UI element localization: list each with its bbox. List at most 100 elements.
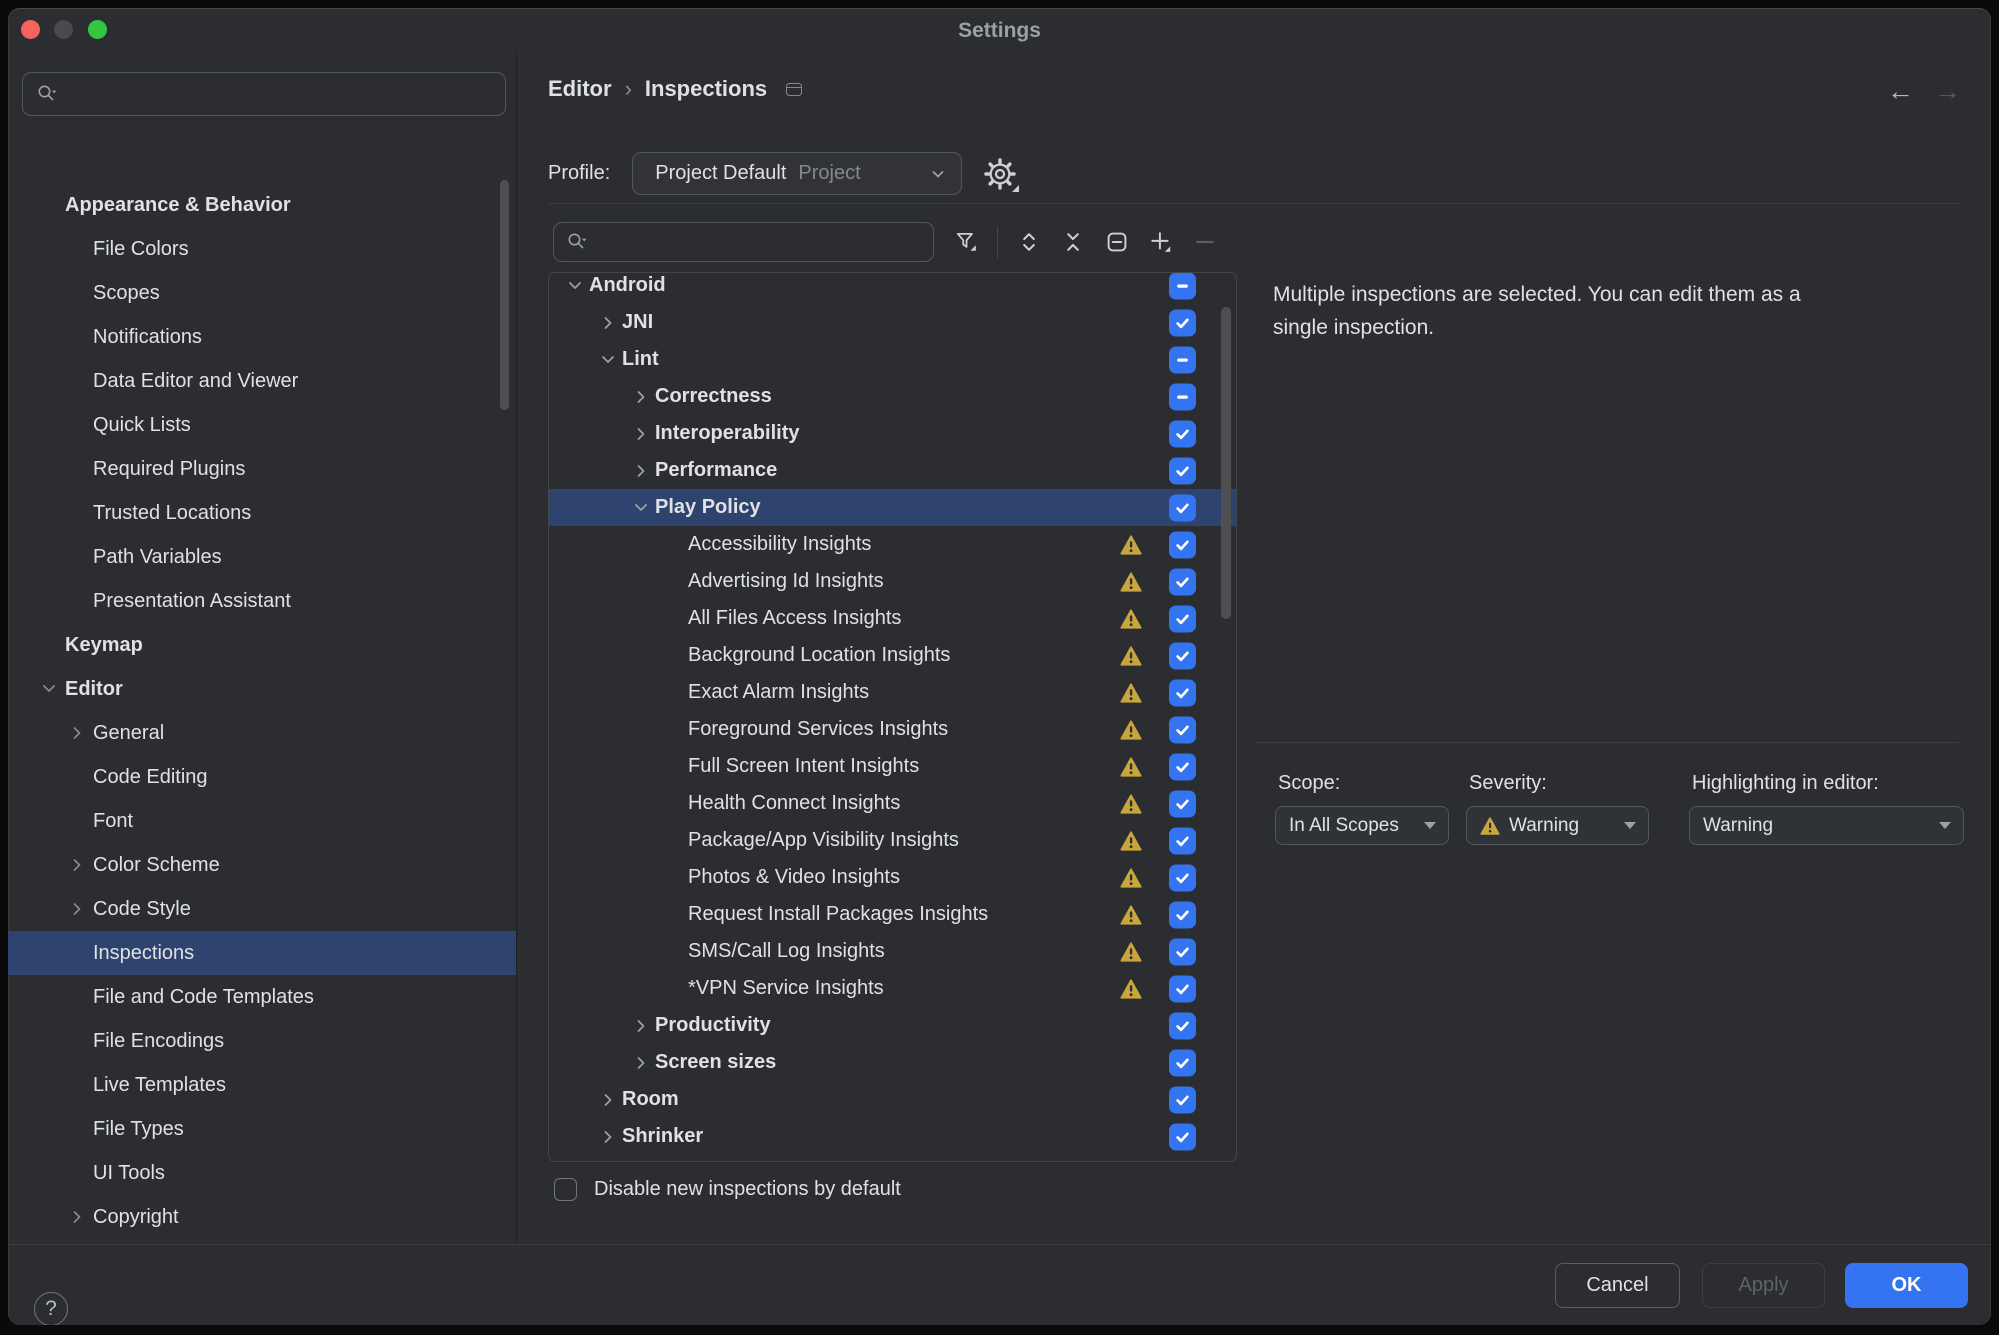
back-arrow-button[interactable]: ← bbox=[1887, 76, 1914, 107]
tree-row--vpn-service-insights[interactable]: *VPN Service Insights bbox=[549, 970, 1236, 1007]
chevron-right-icon[interactable] bbox=[61, 723, 93, 743]
checkbox-checked[interactable] bbox=[1169, 568, 1196, 595]
checkbox-checked[interactable] bbox=[1169, 642, 1196, 669]
chevron-right-icon[interactable] bbox=[61, 1207, 93, 1227]
collapse-all-icon[interactable] bbox=[1060, 229, 1086, 255]
scope-select[interactable]: In All Scopes bbox=[1275, 806, 1449, 845]
chevron-right-icon[interactable] bbox=[627, 1016, 655, 1036]
add-icon[interactable] bbox=[1148, 229, 1174, 255]
tree-row-request-install-packages-insights[interactable]: Request Install Packages Insights bbox=[549, 896, 1236, 933]
sidebar-item-notifications[interactable]: Notifications bbox=[8, 315, 516, 359]
disable-new-inspections-checkbox[interactable] bbox=[554, 1178, 577, 1201]
chevron-right-icon[interactable] bbox=[594, 1090, 622, 1110]
checkbox-checked[interactable] bbox=[1169, 1049, 1196, 1076]
sidebar-item-file-encodings[interactable]: File Encodings bbox=[8, 1019, 516, 1063]
checkbox-checked[interactable] bbox=[1169, 309, 1196, 336]
tree-row-room[interactable]: Room bbox=[549, 1081, 1236, 1118]
tree-row-lint[interactable]: Lint bbox=[549, 341, 1236, 378]
filter-icon[interactable] bbox=[953, 229, 979, 255]
chevron-right-icon[interactable] bbox=[594, 1127, 622, 1147]
checkbox-indeterminate[interactable] bbox=[1169, 383, 1196, 410]
checkbox-checked[interactable] bbox=[1169, 864, 1196, 891]
checkbox-checked[interactable] bbox=[1169, 679, 1196, 706]
sidebar-item-trusted-locations[interactable]: Trusted Locations bbox=[8, 491, 516, 535]
sidebar-item-required-plugins[interactable]: Required Plugins bbox=[8, 447, 516, 491]
tree-row-interoperability[interactable]: Interoperability bbox=[549, 415, 1236, 452]
sidebar-item-data-editor-and-viewer[interactable]: Data Editor and Viewer bbox=[8, 359, 516, 403]
sidebar-item-keymap[interactable]: Keymap bbox=[8, 623, 516, 667]
chevron-down-icon[interactable] bbox=[627, 498, 655, 518]
tree-row-all-files-access-insights[interactable]: All Files Access Insights bbox=[549, 600, 1236, 637]
ok-button[interactable]: OK bbox=[1845, 1263, 1968, 1308]
tree-row-accessibility-insights[interactable]: Accessibility Insights bbox=[549, 526, 1236, 563]
tree-scrollbar[interactable] bbox=[1221, 307, 1231, 619]
chevron-down-icon[interactable] bbox=[561, 276, 589, 296]
chevron-right-icon[interactable] bbox=[61, 855, 93, 875]
chevron-right-icon[interactable] bbox=[627, 424, 655, 444]
tree-row-android[interactable]: Android bbox=[549, 272, 1236, 304]
checkbox-checked[interactable] bbox=[1169, 1012, 1196, 1039]
sidebar-item-appearance-behavior[interactable]: Appearance & Behavior bbox=[8, 183, 516, 227]
tree-row-correctness[interactable]: Correctness bbox=[549, 378, 1236, 415]
highlighting-select[interactable]: Warning bbox=[1689, 806, 1964, 845]
tree-row-screen-sizes[interactable]: Screen sizes bbox=[549, 1044, 1236, 1081]
sidebar-item-code-style[interactable]: Code Style bbox=[8, 887, 516, 931]
tree-row-performance[interactable]: Performance bbox=[549, 452, 1236, 489]
sidebar-item-presentation-assistant[interactable]: Presentation Assistant bbox=[8, 579, 516, 623]
tree-row-jni[interactable]: JNI bbox=[549, 304, 1236, 341]
sidebar-item-copyright[interactable]: Copyright bbox=[8, 1195, 516, 1239]
checkbox-checked[interactable] bbox=[1169, 827, 1196, 854]
sidebar-item-ui-tools[interactable]: UI Tools bbox=[8, 1151, 516, 1195]
tree-row-shrinker[interactable]: Shrinker bbox=[549, 1118, 1236, 1155]
checkbox-checked[interactable] bbox=[1169, 975, 1196, 1002]
tree-row-photos-video-insights[interactable]: Photos & Video Insights bbox=[549, 859, 1236, 896]
tree-row-background-location-insights[interactable]: Background Location Insights bbox=[549, 637, 1236, 674]
checkbox-checked[interactable] bbox=[1169, 494, 1196, 521]
help-button[interactable]: ? bbox=[34, 1292, 68, 1325]
sidebar-item-scopes[interactable]: Scopes bbox=[8, 271, 516, 315]
sidebar-item-file-colors[interactable]: File Colors bbox=[8, 227, 516, 271]
tree-row-productivity[interactable]: Productivity bbox=[549, 1007, 1236, 1044]
checkbox-checked[interactable] bbox=[1169, 531, 1196, 558]
chevron-right-icon[interactable] bbox=[627, 387, 655, 407]
sidebar-scrollbar[interactable] bbox=[500, 180, 509, 410]
tree-row-exact-alarm-insights[interactable]: Exact Alarm Insights bbox=[549, 674, 1236, 711]
checkbox-checked[interactable] bbox=[1169, 901, 1196, 928]
chevron-down-icon[interactable] bbox=[594, 350, 622, 370]
tree-row-health-connect-insights[interactable]: Health Connect Insights bbox=[549, 785, 1236, 822]
sidebar-item-path-variables[interactable]: Path Variables bbox=[8, 535, 516, 579]
sidebar-item-editor[interactable]: Editor bbox=[8, 667, 516, 711]
profile-select[interactable]: Project Default Project bbox=[632, 152, 962, 195]
checkbox-checked[interactable] bbox=[1169, 1123, 1196, 1150]
checkbox-checked[interactable] bbox=[1169, 790, 1196, 817]
sidebar-item-inspections[interactable]: Inspections bbox=[8, 931, 516, 975]
inspections-filter-input[interactable] bbox=[553, 222, 934, 262]
sidebar-item-code-editing[interactable]: Code Editing bbox=[8, 755, 516, 799]
tree-row-sms-call-log-insights[interactable]: SMS/Call Log Insights bbox=[549, 933, 1236, 970]
checkbox-checked[interactable] bbox=[1169, 753, 1196, 780]
checkbox-checked[interactable] bbox=[1169, 420, 1196, 447]
checkbox-indeterminate[interactable] bbox=[1169, 346, 1196, 373]
checkbox-checked[interactable] bbox=[1169, 605, 1196, 632]
chevron-right-icon[interactable] bbox=[627, 1053, 655, 1073]
sidebar-item-color-scheme[interactable]: Color Scheme bbox=[8, 843, 516, 887]
sidebar-item-live-templates[interactable]: Live Templates bbox=[8, 1063, 516, 1107]
tree-row-foreground-services-insights[interactable]: Foreground Services Insights bbox=[549, 711, 1236, 748]
sidebar-item-general[interactable]: General bbox=[8, 711, 516, 755]
cancel-button[interactable]: Cancel bbox=[1555, 1263, 1680, 1308]
expand-all-icon[interactable] bbox=[1016, 229, 1042, 255]
checkbox-checked[interactable] bbox=[1169, 716, 1196, 743]
sidebar-item-quick-lists[interactable]: Quick Lists bbox=[8, 403, 516, 447]
severity-select[interactable]: Warning bbox=[1466, 806, 1649, 845]
tree-row-package-app-visibility-insights[interactable]: Package/App Visibility Insights bbox=[549, 822, 1236, 859]
remove-inspection-icon[interactable] bbox=[1104, 229, 1130, 255]
checkbox-checked[interactable] bbox=[1169, 1086, 1196, 1113]
tree-row-play-policy[interactable]: Play Policy bbox=[549, 489, 1236, 526]
checkbox-checked[interactable] bbox=[1169, 938, 1196, 965]
tree-row-advertising-id-insights[interactable]: Advertising Id Insights bbox=[549, 563, 1236, 600]
checkbox-indeterminate[interactable] bbox=[1169, 272, 1196, 299]
profile-actions-button[interactable] bbox=[984, 158, 1016, 190]
sidebar-item-file-types[interactable]: File Types bbox=[8, 1107, 516, 1151]
sidebar-item-font[interactable]: Font bbox=[8, 799, 516, 843]
chevron-right-icon[interactable] bbox=[627, 461, 655, 481]
